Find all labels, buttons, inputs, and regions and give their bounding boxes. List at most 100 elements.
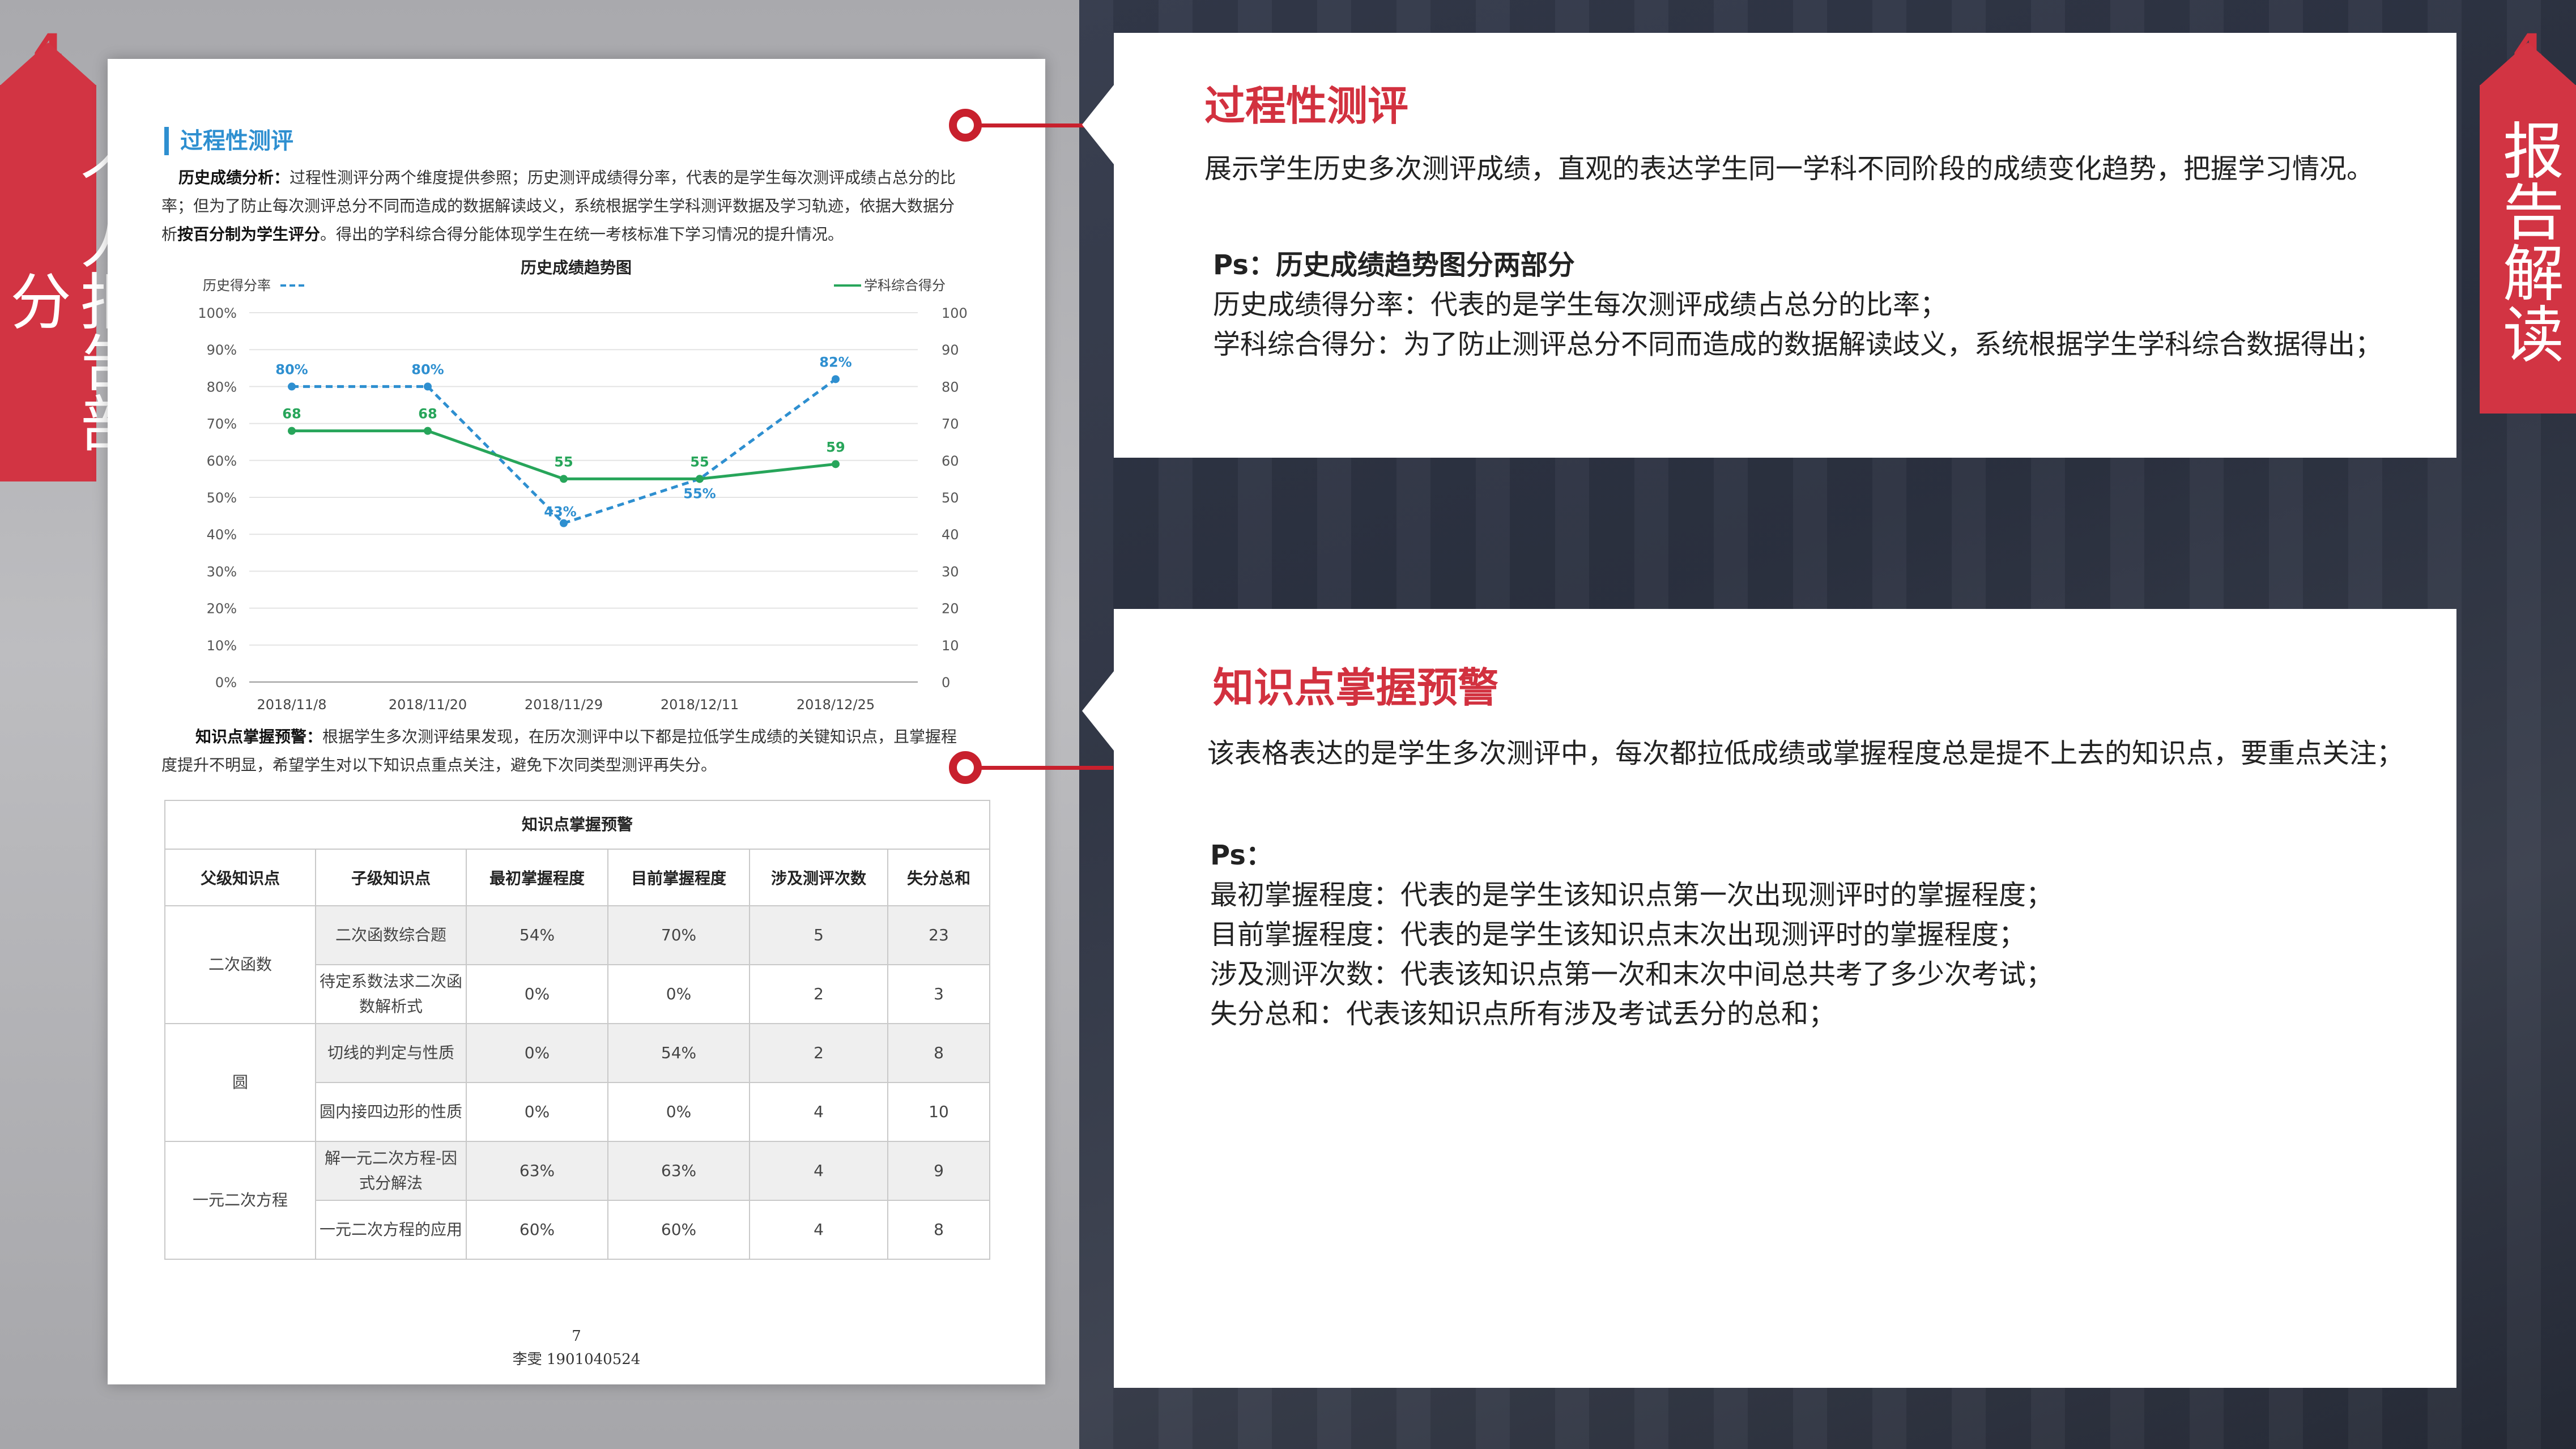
table-header-row: 父级知识点 子级知识点 最初掌握程度 目前掌握程度 涉及测评次数 失分总和 — [164, 849, 990, 906]
test-count-cell: 4 — [749, 1141, 888, 1201]
chart-y-left-tick: 30% — [207, 564, 237, 579]
data-label-blue: 80% — [411, 361, 444, 377]
chart-y-left-tick: 100% — [198, 305, 237, 321]
chart-y-right-tick: 30 — [942, 564, 959, 579]
chart-y-left-tick: 60% — [207, 453, 237, 469]
series-line-blue — [292, 378, 837, 525]
test-count-cell: 2 — [749, 964, 888, 1024]
table-row: 一元二次方程 解一元二次方程-因式分解法 63% 63% 4 9 — [164, 1141, 990, 1260]
child-knowledge-cell: 二次函数综合题 — [315, 905, 467, 965]
knowledge-para-line2: 度提升不明显，希望学生对以下知识点重点关注，避免下次同类型测评再失分。 — [161, 756, 717, 774]
knowledge-warning-card: 知识点掌握预警 该表格表达的是学生多次测评中，每次都拉低成绩或掌握程度总是提不上… — [1082, 609, 2456, 1388]
knowledge-para-text1: 根据学生多次测评结果发现，在历次测评中以下都是拉低学生成绩的关键知识点，且掌握程 — [322, 727, 957, 746]
chart-y-right-tick: 80 — [942, 379, 959, 395]
card2-item4: 失分总和：代表该知识点所有涉及考试丢分的总和； — [1210, 998, 1836, 1030]
data-point-green — [288, 427, 296, 435]
right-section-badge: 4 报告解读 — [2480, 0, 2576, 414]
chart-y-left-tick: 40% — [207, 527, 237, 543]
data-label-green: 68 — [282, 406, 301, 422]
current-mastery-cell: 0% — [607, 964, 750, 1024]
test-count-cell: 4 — [749, 1200, 888, 1260]
child-knowledge-cell: 一元二次方程的应用 — [315, 1200, 467, 1260]
knowledge-para-line1: 知识点掌握预警：根据学生多次测评结果发现，在历次测评中以下都是拉低学生成绩的关键… — [161, 723, 991, 751]
card2-item2: 目前掌握程度：代表的是学生该知识点末次出现测评时的掌握程度； — [1210, 919, 2026, 951]
parent-knowledge-cell: 一元二次方程 — [164, 1141, 316, 1260]
header-parent: 父级知识点 — [164, 849, 316, 906]
child-knowledge-cell: 解一元二次方程-因式分解法 — [315, 1141, 467, 1201]
chart-y-left-tick: 50% — [207, 490, 237, 506]
card1-item2: 学科综合得分：为了防止测评总分不同而造成的数据解读歧义，系统根据学生学科综合数据… — [1213, 329, 2383, 360]
chart-y-right-tick: 60 — [942, 453, 959, 469]
chart-y-left-tick: 20% — [207, 601, 237, 617]
process-evaluation-card: 过程性测评 展示学生历史多次测评成绩，直观的表达学生同一学科不同阶段的成绩变化趋… — [1082, 33, 2456, 458]
left-section-band: 个人报告部分 — [0, 42, 141, 481]
data-label-green: 55 — [690, 454, 709, 470]
page-number: 7 — [572, 1328, 581, 1345]
chart-y-right-tick: 70 — [942, 416, 959, 432]
table-row: 二次函数 二次函数综合题 54% 70% 5 23 — [164, 905, 990, 1024]
data-point-green — [696, 475, 704, 483]
data-point-green — [832, 460, 840, 468]
header-initial: 最初掌握程度 — [466, 849, 608, 906]
chart-y-right-tick: 40 — [942, 527, 959, 543]
test-count-cell: 2 — [749, 1023, 888, 1083]
data-label-blue: 55% — [683, 485, 716, 501]
current-mastery-cell: 60% — [607, 1200, 750, 1260]
lost-points-cell: 8 — [887, 1200, 990, 1260]
data-point-blue — [424, 382, 432, 391]
chart-y-right-tick: 10 — [942, 638, 959, 654]
history-trend-chart: 历史成绩趋势图 0% 0 10% 10 20% 20 30% 30 40% 40 50% 50 60% 60… — [198, 258, 968, 713]
parent-knowledge-cell: 二次函数 — [164, 905, 316, 1024]
chart-y-left-tick: 0% — [215, 675, 237, 691]
report-page: 过程性测评 历史成绩分析：过程性测评分两个维度提供参照；历史测评成绩得分率，代表… — [108, 59, 1045, 1384]
right-section-band: 报告解读 — [2480, 42, 2576, 414]
data-point-green — [424, 427, 432, 435]
left-section-badge: 4 个人报告部分 — [0, 0, 141, 481]
current-mastery-cell: 70% — [607, 905, 750, 965]
data-point-blue — [832, 375, 840, 383]
chart-y-left-tick: 80% — [207, 379, 237, 395]
chart-y-left-tick: 70% — [207, 416, 237, 432]
lost-points-cell: 3 — [887, 964, 990, 1024]
data-point-blue — [560, 519, 568, 527]
chart-y-left-tick: 90% — [207, 342, 237, 358]
parent-knowledge-cell: 圆 — [164, 1023, 316, 1142]
chart-x-tick: 2018/12/25 — [797, 697, 875, 713]
card1-item1: 历史成绩得分率：代表的是学生每次测评成绩占总分的比率； — [1213, 289, 1948, 321]
chart-title: 历史成绩趋势图 — [521, 258, 632, 277]
child-knowledge-cell: 切线的判定与性质 — [315, 1023, 467, 1083]
lost-points-cell: 23 — [887, 905, 990, 965]
student-name-id: 李雯 1901040524 — [512, 1351, 641, 1368]
chart-y-left-tick: 10% — [207, 638, 237, 654]
card2-item1: 最初掌握程度：代表的是学生该知识点第一次出现测评时的掌握程度； — [1210, 879, 2054, 911]
chart-y-right-tick: 20 — [942, 601, 959, 617]
child-knowledge-cell: 圆内接四边形的性质 — [315, 1082, 467, 1142]
header-lost: 失分总和 — [887, 849, 990, 906]
card2-item3: 涉及测评次数：代表该知识点第一次和末次中间总共考了多少次考试； — [1210, 958, 2054, 990]
header-times: 涉及测评次数 — [749, 849, 888, 906]
data-label-blue: 80% — [275, 361, 308, 377]
initial-mastery-cell: 60% — [466, 1200, 608, 1260]
header-child: 子级知识点 — [315, 849, 467, 906]
initial-mastery-cell: 54% — [466, 905, 608, 965]
initial-mastery-cell: 63% — [466, 1141, 608, 1201]
chart-y-right-tick: 90 — [942, 342, 959, 358]
test-count-cell: 4 — [749, 1082, 888, 1142]
chart-x-tick: 2018/11/29 — [525, 697, 603, 713]
chart-y-right-tick: 0 — [942, 675, 950, 691]
chart-y-right-tick: 100 — [942, 305, 968, 321]
initial-mastery-cell: 0% — [466, 964, 608, 1024]
chart-y-right-tick: 50 — [942, 490, 959, 506]
card2-title: 知识点掌握预警 — [1213, 664, 1499, 711]
chart-x-tick: 2018/11/20 — [389, 697, 467, 713]
knowledge-warning-table: 知识点掌握预警 父级知识点 子级知识点 最初掌握程度 目前掌握程度 涉及测评次数… — [164, 800, 990, 1260]
card2-intro: 该表格表达的是学生多次测评中，每次都拉低成绩或掌握程度总是提不上去的知识点，要重… — [1207, 738, 2404, 769]
data-label-green: 59 — [826, 439, 845, 455]
data-label-green: 55 — [554, 454, 573, 470]
data-label-blue: 82% — [819, 354, 851, 370]
card1-title: 过程性测评 — [1204, 82, 1409, 130]
header-current: 目前掌握程度 — [607, 849, 750, 906]
connector-line-2 — [977, 766, 1113, 770]
current-mastery-cell: 54% — [607, 1023, 750, 1083]
current-mastery-cell: 0% — [607, 1082, 750, 1142]
